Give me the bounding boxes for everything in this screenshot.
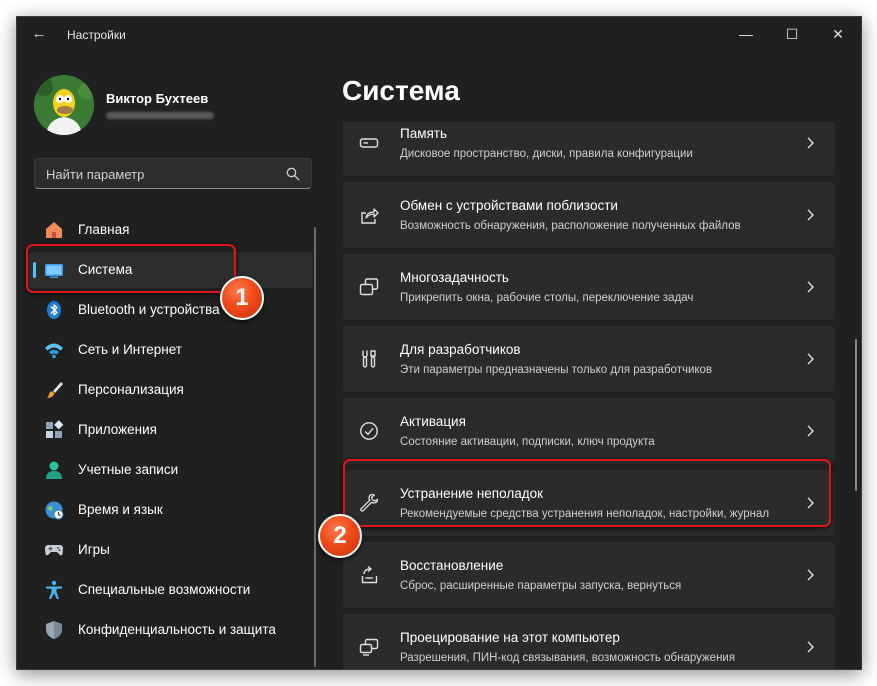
sidebar-item-label: Игры <box>78 542 110 557</box>
sidebar-item-label: Учетные записи <box>78 462 179 477</box>
card-subtitle: Возможность обнаружения, расположение по… <box>400 220 741 232</box>
multitask-icon <box>359 278 379 296</box>
globe-icon <box>45 501 64 520</box>
maximize-button[interactable]: ☐ <box>769 17 815 51</box>
check-circle-icon <box>360 422 378 440</box>
card-title: Активация <box>400 414 466 429</box>
sidebar-item-label: Сеть и Интернет <box>78 342 182 357</box>
card-title: Многозадачность <box>400 270 509 285</box>
minimize-button[interactable]: — <box>723 17 769 51</box>
card-troubleshoot[interactable]: Устранение неполадок Рекомендуемые средс… <box>343 470 835 536</box>
wifi-icon <box>45 343 63 359</box>
back-arrow-icon[interactable]: ← <box>29 25 49 43</box>
card-subtitle: Сброс, расширенные параметры запуска, ве… <box>400 580 682 592</box>
app-title: Настройки <box>67 28 126 42</box>
chevron-right-icon <box>807 137 814 149</box>
chevron-right-icon <box>807 497 814 509</box>
chevron-right-icon <box>807 641 814 653</box>
card-title: Проецирование на этот компьютер <box>400 630 620 645</box>
step-badge-1: 1 <box>220 276 264 320</box>
apps-icon <box>46 420 64 438</box>
search-placeholder: Найти параметр <box>46 167 145 182</box>
avatar[interactable] <box>34 75 94 135</box>
gamepad-icon <box>45 545 63 556</box>
settings-window: ← Настройки — ☐ ✕ Виктор Бухтеев Найти п… <box>16 16 862 670</box>
sidebar-item-accounts[interactable]: Учетные записи <box>29 452 313 488</box>
card-subtitle: Эти параметры предназначены только для р… <box>400 364 713 376</box>
share-icon <box>361 208 379 224</box>
sidebar-item-label: Система <box>78 262 133 277</box>
close-button[interactable]: ✕ <box>815 17 861 51</box>
search-input[interactable]: Найти параметр <box>34 158 312 189</box>
account-icon <box>46 461 62 479</box>
sidebar-item-label: Главная <box>78 222 130 237</box>
card-multitasking[interactable]: Многозадачность Прикрепить окна, рабочие… <box>343 254 835 320</box>
user-name: Виктор Бухтеев <box>106 91 209 106</box>
card-nearby-sharing[interactable]: Обмен с устройствами поблизости Возможно… <box>343 182 835 248</box>
card-subtitle: Рекомендуемые средства устранения непола… <box>400 508 770 520</box>
recovery-icon <box>361 565 378 584</box>
sidebar-item-label: Персонализация <box>78 382 184 397</box>
sidebar-item-label: Время и язык <box>78 502 163 517</box>
sidebar-item-gaming[interactable]: Игры <box>29 532 313 568</box>
project-icon <box>359 638 379 656</box>
card-storage[interactable]: Память Дисковое пространство, диски, пра… <box>343 122 835 176</box>
sidebar-item-bluetooth[interactable]: Bluetooth и устройства <box>29 292 313 328</box>
sidebar-item-label: Bluetooth и устройства <box>78 302 220 317</box>
card-recovery[interactable]: Восстановление Сброс, расширенные параме… <box>343 542 835 608</box>
card-activation[interactable]: Активация Состояние активации, подписки,… <box>343 398 835 464</box>
card-title: Восстановление <box>400 558 504 573</box>
card-title: Для разработчиков <box>400 342 521 357</box>
sidebar-item-accessibility[interactable]: Специальные возможности <box>29 572 313 608</box>
sidebar-item-apps[interactable]: Приложения <box>29 412 313 448</box>
card-title: Обмен с устройствами поблизости <box>400 198 618 213</box>
sidebar-item-personalization[interactable]: Персонализация <box>29 372 313 408</box>
card-subtitle: Состояние активации, подписки, ключ прод… <box>400 436 655 448</box>
sidebar-item-label: Специальные возможности <box>78 582 251 597</box>
user-email-blurred <box>106 112 214 119</box>
page-title: Система <box>342 75 460 106</box>
wrench-icon <box>360 493 379 512</box>
home-icon <box>46 222 62 238</box>
shield-icon <box>46 621 62 639</box>
sidebar-item-system[interactable]: Система <box>29 252 313 288</box>
search-icon <box>286 167 300 181</box>
accessibility-icon <box>46 580 62 599</box>
sidebar-nav: Главная Система Bluetooth и устройства С… <box>29 212 313 652</box>
brush-icon <box>47 382 63 398</box>
chevron-right-icon <box>807 425 814 437</box>
tools-icon <box>362 350 376 368</box>
settings-list: Память Дисковое пространство, диски, пра… <box>343 122 835 669</box>
main-scrollbar[interactable] <box>855 339 857 491</box>
bluetooth-icon <box>47 301 61 319</box>
card-title: Память <box>400 126 448 141</box>
sidebar-item-home[interactable]: Главная <box>29 212 313 248</box>
chevron-right-icon <box>807 353 814 365</box>
sidebar-item-label: Конфиденциальность и защита <box>78 622 276 637</box>
sidebar-item-label: Приложения <box>78 422 157 437</box>
sidebar-item-time-language[interactable]: Время и язык <box>29 492 313 528</box>
chevron-right-icon <box>807 281 814 293</box>
storage-icon <box>359 138 379 148</box>
title-bar: ← Настройки — ☐ ✕ <box>17 17 861 51</box>
card-subtitle: Разрешения, ПИН-код связывания, возможно… <box>400 652 736 664</box>
card-subtitle: Дисковое пространство, диски, правила ко… <box>400 148 693 160</box>
system-icon <box>45 264 63 278</box>
card-developers[interactable]: Для разработчиков Эти параметры предназн… <box>343 326 835 392</box>
card-subtitle: Прикрепить окна, рабочие столы, переключ… <box>400 292 694 304</box>
card-projecting[interactable]: Проецирование на этот компьютер Разрешен… <box>343 614 835 669</box>
chevron-right-icon <box>807 209 814 221</box>
sidebar-scrollbar[interactable] <box>314 227 316 667</box>
chevron-right-icon <box>807 569 814 581</box>
card-title: Устранение неполадок <box>400 486 544 501</box>
sidebar-item-privacy[interactable]: Конфиденциальность и защита <box>29 612 313 648</box>
sidebar-item-network[interactable]: Сеть и Интернет <box>29 332 313 368</box>
step-badge-2: 2 <box>318 514 362 558</box>
